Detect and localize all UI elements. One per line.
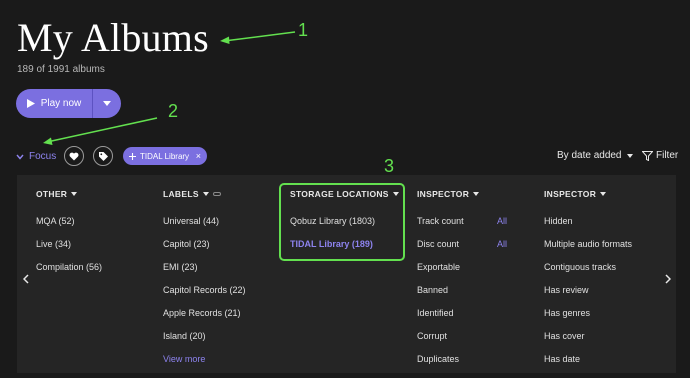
inspector-header-1[interactable]: INSPECTOR [417,189,527,199]
inspector-item-identified[interactable]: Identified [417,301,527,324]
chevron-left-icon [22,274,29,284]
inspector-item-has-genres[interactable]: Has genres [544,301,632,324]
tag-icon [98,151,108,161]
labels-header-label: LABELS [163,189,199,199]
storage-item-tidal[interactable]: TIDAL Library (189) [290,232,399,255]
chevron-right-icon [665,274,672,284]
chevron-down-icon [202,192,209,196]
focus-panel: OTHER MQA (52) Live (34) Compilation (56… [17,175,676,373]
active-filter-chip: TIDAL Library × [123,147,207,165]
annotation-arrow-2 [46,117,158,143]
chevron-down-icon [71,192,78,196]
sort-label: By date added [557,150,622,161]
album-count: 189 of 1991 albums [17,64,105,75]
play-now-label: Play now [40,98,82,109]
disc-count-label: Disc count [417,238,460,249]
other-header-label: OTHER [36,189,68,199]
other-header[interactable]: OTHER [36,189,102,199]
inspector-item-has-cover[interactable]: Has cover [544,324,632,347]
play-icon [26,99,35,108]
inspector-item-multiple-audio-formats[interactable]: Multiple audio formats [544,232,632,255]
label-item-apple-records[interactable]: Apple Records (21) [163,301,246,324]
sort-dropdown[interactable]: By date added [557,150,633,161]
play-options-button[interactable] [92,89,121,118]
page-title: My Albums [17,15,209,60]
other-item-live[interactable]: Live (34) [36,232,102,255]
inspector-item-exportable[interactable]: Exportable [417,255,527,278]
tags-filter-button[interactable] [93,146,113,166]
inspector-item-track-count[interactable]: Track count All [417,209,527,232]
label-item-capitol[interactable]: Capitol (23) [163,232,246,255]
filter-icon [642,150,653,161]
inspector-header-2[interactable]: INSPECTOR [544,189,632,199]
chevron-down-icon [16,154,24,160]
link-icon[interactable] [212,192,221,196]
chevron-down-icon [392,192,399,196]
play-button-group: Play now [16,89,121,118]
scroll-left-button[interactable] [22,273,29,287]
annotation-arrow-1 [223,31,296,42]
inspector-item-contiguous-tracks[interactable]: Contiguous tracks [544,255,632,278]
focus-toggle[interactable]: Focus [16,151,56,162]
filter-label: Filter [656,150,679,161]
label-item-universal[interactable]: Universal (44) [163,209,246,232]
chevron-down-icon [103,101,111,106]
other-column: OTHER MQA (52) Live (34) Compilation (56… [36,189,102,278]
annotation-number-3: 3 [384,156,395,176]
play-now-button[interactable]: Play now [16,89,92,118]
plus-icon [129,152,136,160]
track-count-all-link[interactable]: All [497,216,507,226]
scroll-right-button[interactable] [665,273,672,287]
labels-header[interactable]: LABELS [163,189,246,199]
storage-header-label: STORAGE LOCATIONS [290,189,389,199]
chevron-down-icon [600,192,607,196]
filter-button[interactable]: Filter [642,150,678,161]
label-item-island[interactable]: Island (20) [163,324,246,347]
track-count-label: Track count [417,215,464,226]
annotation-number-1: 1 [298,20,309,40]
other-item-compilation[interactable]: Compilation (56) [36,255,102,278]
chip-remove-button[interactable]: × [196,151,201,161]
chevron-down-icon [626,153,633,158]
inspector-item-duplicates[interactable]: Duplicates [417,347,527,370]
inspector-item-has-date[interactable]: Has date [544,347,632,370]
label-item-capitol-records[interactable]: Capitol Records (22) [163,278,246,301]
focus-label: Focus [29,151,57,162]
inspector-header-label: INSPECTOR [544,189,597,199]
inspector-header-label: INSPECTOR [417,189,470,199]
storage-item-qobuz[interactable]: Qobuz Library (1803) [290,209,399,232]
annotation-number-2: 2 [168,101,179,121]
chevron-down-icon [473,192,480,196]
view-more-link[interactable]: View more [163,347,246,370]
heart-icon [69,152,79,160]
inspector-column-2: INSPECTOR Hidden Multiple audio formats … [544,189,632,370]
annotation-arrowhead-2 [43,137,53,145]
labels-column: LABELS Universal (44) Capitol (23) EMI (… [163,189,246,370]
label-item-emi[interactable]: EMI (23) [163,255,246,278]
storage-locations-column: STORAGE LOCATIONS Qobuz Library (1803) T… [290,189,399,255]
inspector-column-1: INSPECTOR Track count All Disc count All… [417,189,527,370]
other-item-mqa[interactable]: MQA (52) [36,209,102,232]
annotation-arrowhead-1 [220,36,230,44]
inspector-item-corrupt[interactable]: Corrupt [417,324,527,347]
inspector-item-disc-count[interactable]: Disc count All [417,232,527,255]
storage-header[interactable]: STORAGE LOCATIONS [290,189,399,199]
inspector-item-banned[interactable]: Banned [417,278,527,301]
inspector-item-has-review[interactable]: Has review [544,278,632,301]
inspector-item-hidden[interactable]: Hidden [544,209,632,232]
favorites-filter-button[interactable] [64,146,84,166]
disc-count-all-link[interactable]: All [497,239,507,249]
chip-label: TIDAL Library [140,151,190,161]
